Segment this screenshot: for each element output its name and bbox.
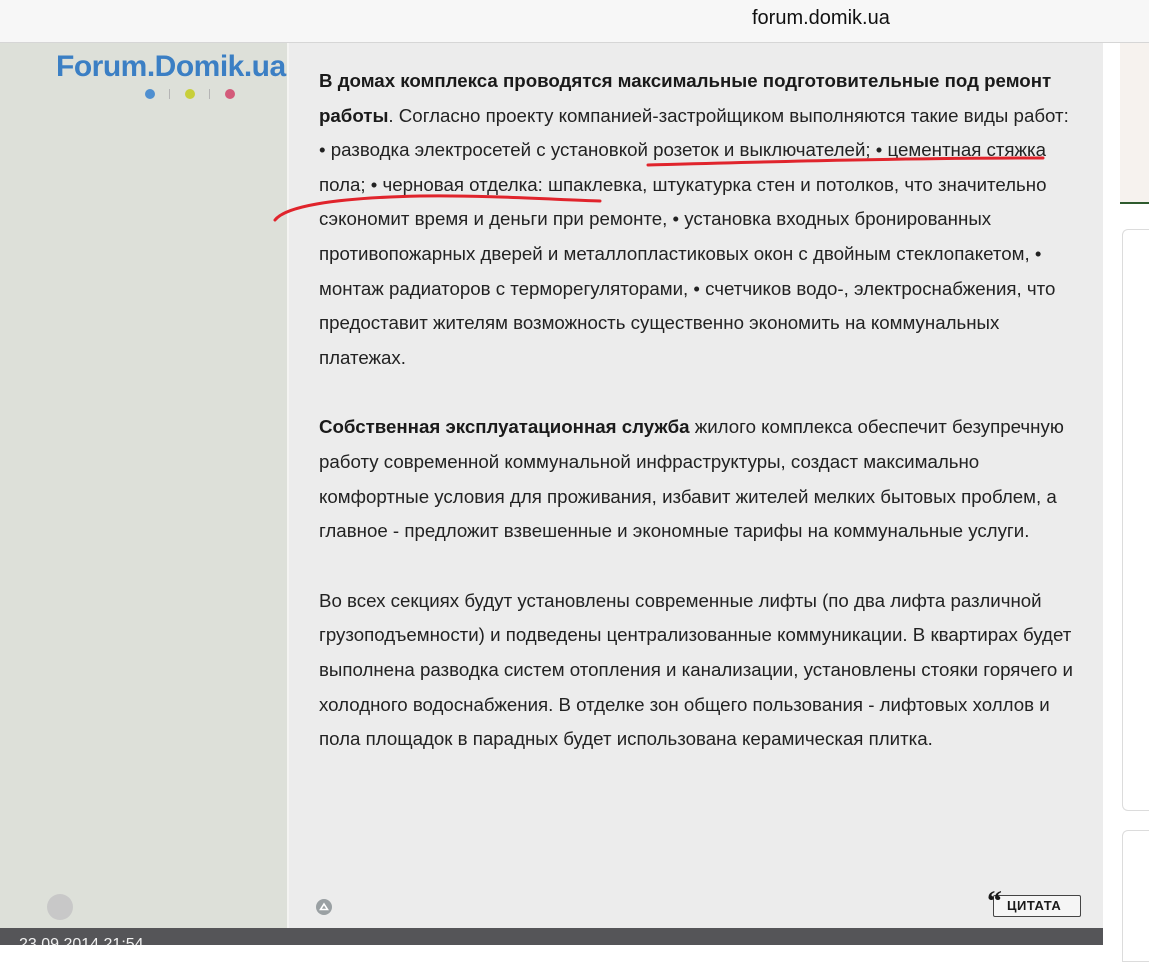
quote-button-frame[interactable]: ЦИТАТА [993,895,1081,917]
logo-separator [169,89,170,99]
browser-address-bar[interactable]: forum.domik.ua [0,0,1149,43]
post-paragraph-2-bold: Собственная эксплуатационная служба [319,416,690,438]
quote-mark-icon: “ [987,885,1002,918]
post-paragraph-3: Во всех секциях будут установлены соврем… [319,589,1073,750]
logo-dot-blue [145,89,155,99]
right-panel-card [1122,229,1149,811]
logo-dot-yellow [185,89,195,99]
right-panel-image [1120,43,1149,203]
scroll-up-arrow [319,902,329,911]
post-paragraph-1-text: . Согласно проекту компанией-застройщико… [319,104,1069,368]
online-status-indicator [47,894,73,920]
logo-dot-pink [225,89,235,99]
site-logo[interactable]: Forum.Domik.ua [56,50,286,84]
scroll-up-icon[interactable] [316,899,332,915]
right-panel-divider [1120,202,1149,204]
post-timestamp: 23.09.2014 21:54 [19,936,144,945]
post-body: В домах комплекса проводятся максимальны… [319,64,1079,757]
post-author-sidebar [0,43,287,928]
right-panel-card-2 [1122,830,1149,962]
post-paragraph-1: В домах комплекса проводятся максимальны… [319,64,1079,375]
logo-separator [209,89,210,99]
post-paragraph-2: Собственная эксплуатационная служба жило… [319,410,1079,548]
url-text[interactable]: forum.domik.ua [752,7,890,30]
quote-button[interactable]: ЦИТАТА “ [987,885,1081,918]
post-footer-bar: 23.09.2014 21:54 [0,928,1103,945]
quote-button-label[interactable]: ЦИТАТА [1007,896,1061,916]
